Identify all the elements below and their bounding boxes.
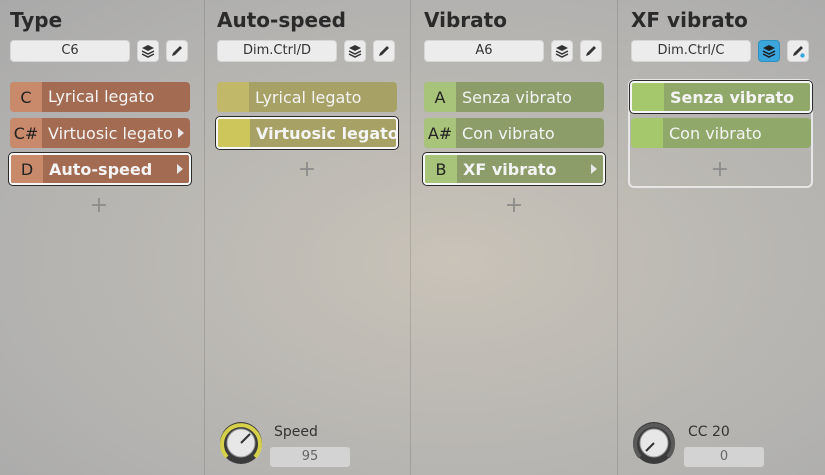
slot-name: Senza vibrato: [462, 87, 572, 107]
edit-button[interactable]: [166, 40, 188, 62]
column-title: Vibrato: [424, 8, 507, 32]
speed-knob[interactable]: [218, 420, 264, 466]
edit-button[interactable]: [580, 40, 602, 62]
slot-name: Senza vibrato: [670, 87, 795, 107]
layers-button-active[interactable]: [758, 40, 780, 62]
articulation-slot-selected[interactable]: Virtuosic legato: [216, 117, 398, 149]
edit-button[interactable]: [373, 40, 395, 62]
slot-name: XF vibrato: [463, 159, 557, 179]
pencil-icon: [793, 46, 805, 58]
knob-value-field[interactable]: 0: [684, 447, 764, 467]
slot-key: [218, 119, 250, 147]
articulation-slot-selected[interactable]: Senza vibrato: [630, 81, 812, 113]
column-title: Auto-speed: [217, 8, 346, 32]
layers-button[interactable]: [137, 40, 159, 62]
submenu-arrow-icon: [177, 164, 183, 174]
slot-name: Auto-speed: [49, 159, 153, 179]
articulation-slot[interactable]: Lyrical legato: [217, 82, 397, 112]
slot-key: B: [425, 155, 457, 183]
submenu-arrow-icon: [178, 128, 184, 138]
slot-name: Con vibrato: [462, 123, 555, 143]
column-vibrato: Vibrato A6 A Senza vibrato A# Con vibrat…: [414, 0, 619, 475]
controller-field[interactable]: Dim.Ctrl/D: [217, 40, 337, 62]
layers-icon: [348, 45, 362, 58]
knob-label: CC 20: [688, 424, 730, 440]
add-slot-button[interactable]: +: [504, 193, 524, 218]
pencil-icon: [172, 46, 182, 56]
slot-name: Lyrical legato: [255, 87, 362, 107]
articulation-slot[interactable]: A# Con vibrato: [424, 118, 604, 148]
articulation-slot[interactable]: C# Virtuosic legato: [10, 118, 190, 148]
slot-key: C#: [10, 118, 42, 148]
slot-key: [631, 118, 663, 148]
column-auto-speed: Auto-speed Dim.Ctrl/D Lyrical legato Vir…: [207, 0, 412, 475]
knob-value-field[interactable]: 95: [270, 447, 350, 467]
cc-knob[interactable]: [631, 420, 677, 466]
column-xf-vibrato: XF vibrato Dim.Ctrl/C Senza vibrato Con …: [621, 0, 825, 475]
layers-icon: [762, 45, 776, 58]
articulation-slot-selected[interactable]: B XF vibrato: [423, 153, 605, 185]
slot-name: Lyrical legato: [42, 82, 190, 112]
slot-key: [217, 82, 249, 112]
submenu-arrow-icon: [591, 164, 597, 174]
layers-button[interactable]: [344, 40, 366, 62]
articulation-slot-selected[interactable]: D Auto-speed: [9, 153, 191, 185]
add-slot-button[interactable]: +: [89, 193, 109, 218]
edit-button[interactable]: [787, 40, 809, 62]
knob-icon: [633, 422, 675, 464]
knob-icon: [220, 422, 262, 464]
slot-key: D: [11, 155, 43, 183]
layers-icon: [141, 45, 155, 58]
column-divider: [617, 0, 618, 475]
slot-key: [632, 83, 664, 111]
articulation-slot[interactable]: A Senza vibrato: [424, 82, 604, 112]
articulation-slot[interactable]: Con vibrato: [631, 118, 811, 148]
controller-field[interactable]: Dim.Ctrl/C: [631, 40, 751, 62]
add-slot-button[interactable]: +: [297, 157, 317, 182]
articulation-slot[interactable]: C Lyrical legato: [10, 82, 190, 112]
column-divider: [410, 0, 411, 475]
slot-name: Con vibrato: [669, 123, 762, 143]
slot-key: C: [10, 82, 42, 112]
slot-key: A#: [424, 118, 456, 148]
layers-button[interactable]: [551, 40, 573, 62]
knob-label: Speed: [274, 424, 318, 440]
slot-name: Virtuosic legato: [256, 123, 398, 143]
slot-key: A: [424, 82, 456, 112]
layers-icon: [555, 45, 569, 58]
keyswitch-field[interactable]: C6: [10, 40, 130, 62]
column-type: Type C6 C Lyrical legato C# Virtuosic le…: [0, 0, 205, 475]
pencil-icon: [379, 46, 389, 56]
pencil-icon: [586, 46, 596, 56]
column-title: XF vibrato: [631, 8, 748, 32]
add-slot-button[interactable]: +: [710, 157, 730, 182]
keyswitch-field[interactable]: A6: [424, 40, 544, 62]
column-title: Type: [10, 8, 63, 32]
column-divider: [204, 0, 205, 475]
slot-name: Virtuosic legato: [48, 123, 173, 143]
